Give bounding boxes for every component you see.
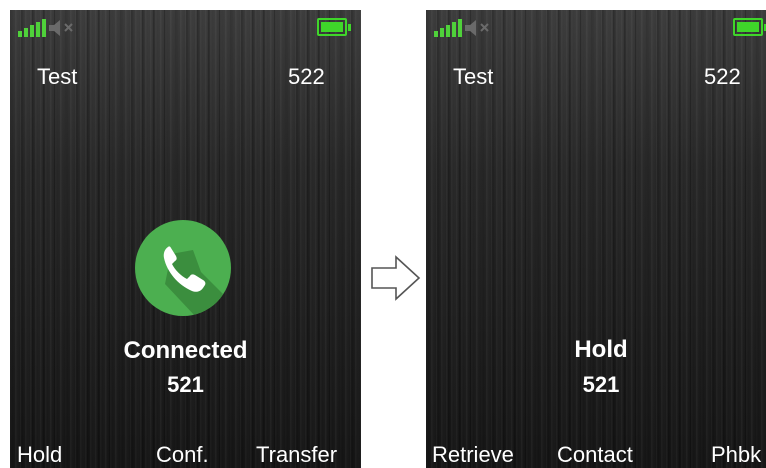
right-arrow-icon (371, 255, 421, 301)
peer-number: 521 (167, 372, 204, 397)
battery-full-icon (733, 18, 766, 36)
signal-bars-icon (18, 19, 46, 37)
softkey-contact[interactable]: Contact (557, 442, 633, 468)
status-bar (426, 10, 766, 46)
phone-screen-hold: Test 522 Hold 521 Retrieve Contact Phbk (426, 10, 766, 468)
softkey-retrieve[interactable]: Retrieve (432, 442, 514, 468)
softkey-transfer[interactable]: Transfer (256, 442, 337, 468)
contact-name: Test (37, 64, 78, 89)
speaker-muted-icon (465, 20, 489, 36)
phone-handset-icon (135, 220, 231, 316)
softkey-hold[interactable]: Hold (17, 442, 62, 468)
call-status: Connected (123, 337, 248, 364)
softkey-conference[interactable]: Conf. (156, 442, 209, 468)
own-extension: 522 (704, 64, 741, 89)
contact-name: Test (453, 64, 494, 89)
status-bar (10, 10, 361, 46)
softkey-phonebook[interactable]: Phbk (711, 442, 761, 468)
signal-bars-icon (434, 19, 462, 37)
battery-full-icon (317, 18, 351, 36)
call-status: Hold (574, 336, 628, 363)
phone-screen-connected: Test 522 Connected 521 Hold Conf. Transf… (10, 10, 361, 468)
own-extension: 522 (288, 64, 325, 89)
speaker-muted-icon (49, 20, 73, 36)
peer-number: 521 (582, 372, 620, 397)
